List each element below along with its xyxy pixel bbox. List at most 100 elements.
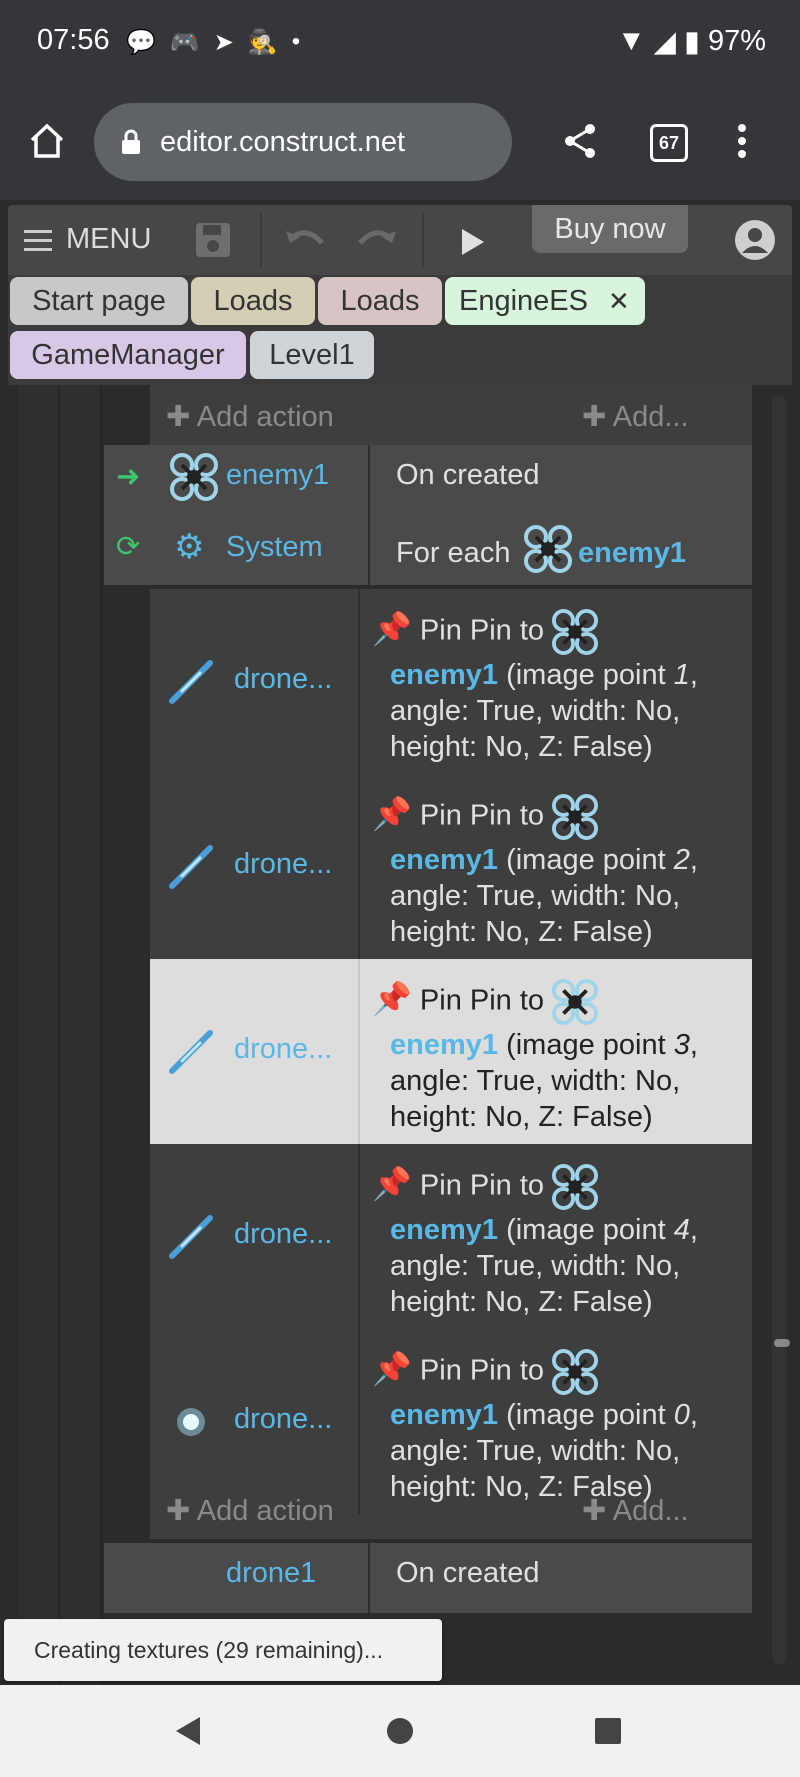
- action-param-line: height: No, Z: False): [390, 1471, 653, 1503]
- action-row[interactable]: drone... 📌 Pin Pin to enemy1 (image point…: [150, 1144, 752, 1329]
- for-each-target[interactable]: enemy1: [578, 537, 686, 570]
- pin-target[interactable]: enemy1: [390, 1029, 498, 1061]
- condition-object-enemy1[interactable]: enemy1: [226, 459, 329, 492]
- tab-start-page[interactable]: Start page: [10, 277, 188, 325]
- action-divider: [358, 1329, 360, 1514]
- construct-editor: MENU Buy now Start page Loads Loads Engi…: [8, 205, 792, 1685]
- vertical-scrollbar[interactable]: [772, 395, 786, 1665]
- tab-switcher-button[interactable]: 67: [650, 124, 688, 162]
- action-row[interactable]: drone... 📌 Pin Pin to enemy1 (image point…: [150, 959, 752, 1144]
- action-row[interactable]: drone... 📌 Pin Pin to enemy1 (image point…: [150, 774, 752, 959]
- enemy1-drone-icon: [552, 794, 599, 840]
- action-divider: [358, 959, 360, 1144]
- add-more-button[interactable]: ✚ Add...: [582, 399, 689, 434]
- next-event-conditions[interactable]: drone1 On created: [104, 1543, 752, 1613]
- action-pin-line[interactable]: 📌 Pin Pin to: [372, 794, 599, 840]
- condition-for-each[interactable]: For each: [396, 537, 510, 570]
- param-text: (image point: [506, 1029, 674, 1061]
- menu-button[interactable]: MENU: [24, 223, 151, 256]
- condition-on-created[interactable]: On created: [396, 459, 539, 492]
- add-action-row: ✚ Add action ✚ Add...: [150, 385, 752, 445]
- action-row[interactable]: drone... 📌 Pin Pin to enemy1 (image point…: [150, 1329, 752, 1514]
- action-text: Pin Pin to: [419, 614, 545, 647]
- action-text: Pin Pin to: [419, 984, 545, 1017]
- home-icon[interactable]: [28, 122, 66, 160]
- toolbar-divider: [260, 213, 262, 267]
- enemy1-drone-icon: [552, 1164, 599, 1210]
- user-account-icon[interactable]: [734, 219, 776, 261]
- action-param-line: height: No, Z: False): [390, 731, 653, 763]
- action-pin-line[interactable]: 📌 Pin Pin to: [372, 1349, 599, 1395]
- tab-engine-es[interactable]: EngineES ✕: [445, 277, 645, 325]
- add-action-label: Add action: [196, 401, 334, 433]
- action-param-line: height: No, Z: False): [390, 1286, 653, 1318]
- tab-game-manager[interactable]: GameManager: [10, 331, 246, 379]
- action-object-name[interactable]: drone...: [234, 1033, 332, 1066]
- sheet-margin: [18, 385, 60, 1685]
- glow-orb-icon: [177, 1408, 205, 1436]
- signal-icon: ◢: [653, 26, 676, 58]
- pin-target[interactable]: enemy1: [390, 659, 498, 691]
- action-pin-line[interactable]: 📌 Pin Pin to: [372, 979, 599, 1025]
- back-icon[interactable]: [174, 1715, 202, 1747]
- tab-loads-2[interactable]: Loads: [318, 277, 442, 325]
- close-tab-icon[interactable]: ✕: [608, 286, 630, 317]
- action-object-name[interactable]: drone...: [234, 848, 332, 881]
- tab-level1[interactable]: Level1: [250, 331, 374, 379]
- condition-object-drone1[interactable]: drone1: [226, 1557, 316, 1590]
- pin-target[interactable]: enemy1: [390, 1399, 498, 1431]
- action-param-line: enemy1 (image point 3,: [390, 1029, 698, 1061]
- action-param-line: angle: True, width: No,: [390, 1435, 681, 1467]
- event-conditions[interactable]: ➜ enemy1 On created ⟳ ⚙ System For each …: [104, 445, 752, 585]
- condition-object-system[interactable]: System: [226, 531, 323, 564]
- action-divider: [358, 1144, 360, 1329]
- param-text: (image point: [506, 844, 674, 876]
- action-param-line: enemy1 (image point 0,: [390, 1399, 698, 1431]
- action-param-line: height: No, Z: False): [390, 1101, 653, 1133]
- pin-target[interactable]: enemy1: [390, 844, 498, 876]
- add-action-button[interactable]: ✚ Add action: [166, 399, 334, 434]
- toolbar-divider: [422, 213, 424, 267]
- battery-icon: ▮: [683, 26, 700, 58]
- pin-icon: 📌: [372, 1350, 412, 1387]
- action-pin-line[interactable]: 📌 Pin Pin to: [372, 609, 599, 655]
- redo-icon[interactable]: [354, 225, 398, 255]
- save-icon[interactable]: [194, 221, 232, 259]
- buy-now-button[interactable]: Buy now: [532, 205, 688, 253]
- action-object-name[interactable]: drone...: [234, 1403, 332, 1436]
- preview-play-icon[interactable]: [460, 227, 486, 257]
- scrollbar-thumb[interactable]: [774, 1339, 790, 1347]
- action-row[interactable]: drone... 📌 Pin Pin to enemy1 (image point…: [150, 589, 752, 774]
- image-point-value: 2: [673, 844, 690, 876]
- share-icon[interactable]: [563, 123, 597, 159]
- enemy1-drone-icon: [552, 979, 599, 1025]
- action-object-name[interactable]: drone...: [234, 663, 332, 696]
- action-param-line: angle: True, width: No,: [390, 695, 681, 727]
- propeller-icon: [169, 1215, 213, 1259]
- home-nav-icon[interactable]: [386, 1717, 414, 1745]
- action-param-line: enemy1 (image point 2,: [390, 844, 698, 876]
- recents-icon[interactable]: [594, 1717, 622, 1745]
- condition-on-created[interactable]: On created: [396, 1557, 539, 1590]
- tab-loads-1[interactable]: Loads: [191, 277, 315, 325]
- image-point-value: 0: [673, 1399, 690, 1431]
- param-text: (image point: [506, 1214, 674, 1246]
- action-divider: [358, 774, 360, 959]
- notification-icons: 💬 🎮 ➤ 🕵 •: [126, 28, 300, 57]
- action-divider: [358, 589, 360, 774]
- action-object-name[interactable]: drone...: [234, 1218, 332, 1251]
- telegram-icon: ➤: [213, 29, 234, 56]
- undo-icon[interactable]: [284, 225, 328, 255]
- pin-target[interactable]: enemy1: [390, 1214, 498, 1246]
- more-options-icon[interactable]: [737, 123, 747, 159]
- trigger-arrow-icon: ➜: [116, 461, 141, 493]
- event-sheet[interactable]: ✚ Add action ✚ Add... ➜ enemy1 On create…: [8, 385, 792, 1685]
- url-bar[interactable]: editor.construct.net: [94, 103, 512, 181]
- image-point-value: 1: [673, 659, 690, 691]
- image-point-value: 4: [673, 1214, 690, 1246]
- action-pin-line[interactable]: 📌 Pin Pin to: [372, 1164, 599, 1210]
- pin-icon: 📌: [372, 980, 412, 1017]
- group-indent: [60, 385, 102, 1685]
- battery-level: 97%: [707, 25, 766, 57]
- action-param-line: enemy1 (image point 4,: [390, 1214, 698, 1246]
